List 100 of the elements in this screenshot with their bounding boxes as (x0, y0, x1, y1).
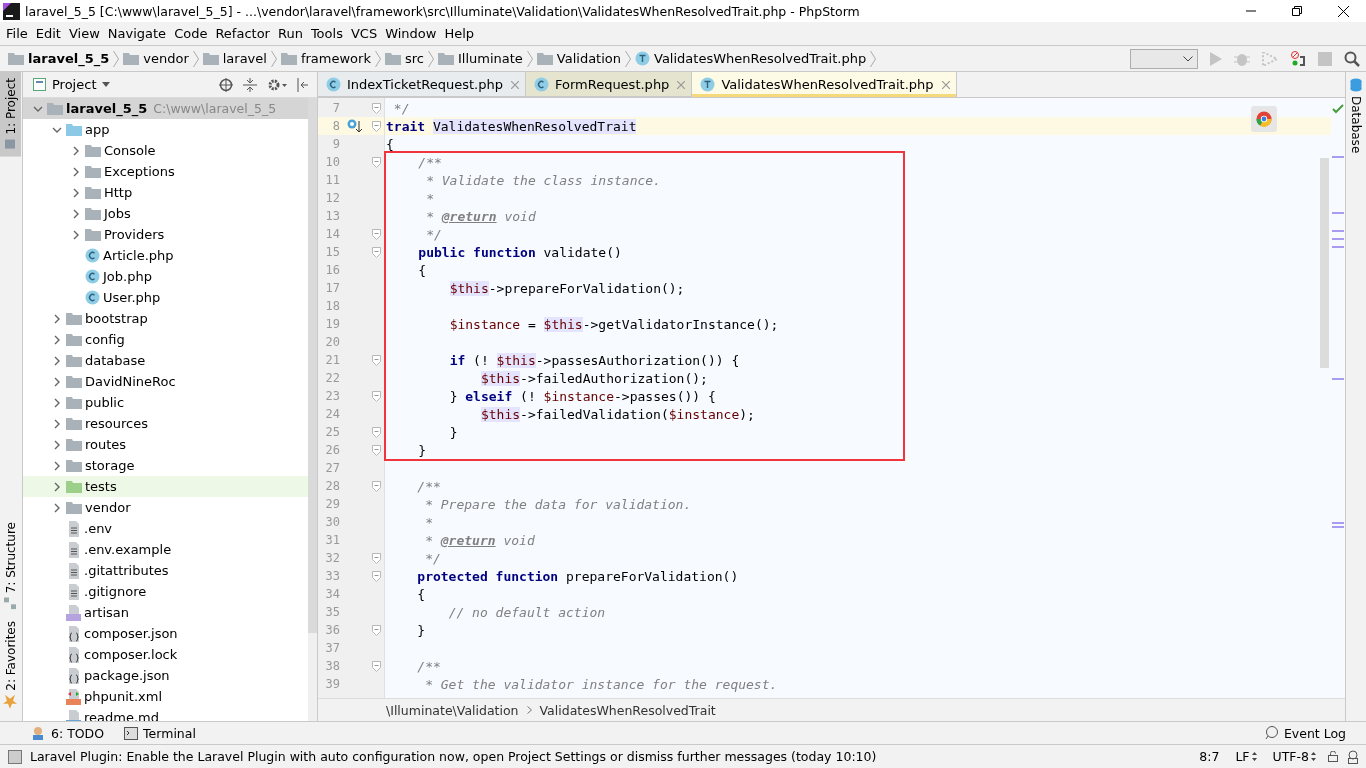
menu-item[interactable]: Refactor (211, 23, 274, 44)
tree-item[interactable]: database (23, 350, 308, 371)
menu-item[interactable]: View (64, 23, 104, 44)
chevron-right-icon[interactable] (52, 481, 62, 492)
tool-window-tab[interactable]: 7: Structure (0, 515, 21, 616)
tree-item[interactable]: composer.lock (23, 644, 308, 665)
fold-marker-icon[interactable] (371, 390, 381, 402)
breadcrumb-item[interactable]: vendor (123, 46, 191, 71)
tree-item[interactable]: tests (23, 476, 308, 497)
caret-position[interactable]: 8:7 (1195, 749, 1224, 764)
tool-window-tab[interactable]: 2: Favorites (0, 615, 21, 715)
breadcrumb-item[interactable]: Validation (536, 46, 623, 71)
editor-tab[interactable]: ValidatesWhenResolvedTrait.php (692, 72, 957, 97)
collapse-all-icon[interactable] (243, 77, 257, 92)
tree-item[interactable]: Article.php (23, 245, 308, 266)
coverage-icon[interactable] (1262, 51, 1278, 66)
fold-marker-icon[interactable] (371, 102, 381, 114)
lock-icon[interactable] (1328, 751, 1338, 762)
close-tab-icon[interactable] (510, 80, 519, 89)
fold-marker-icon[interactable] (371, 156, 381, 168)
project-view-dropdown[interactable]: Project (33, 77, 111, 92)
chevron-right-icon[interactable] (52, 355, 62, 366)
run-configuration-dropdown[interactable] (1130, 48, 1198, 69)
menu-item[interactable]: Window (381, 23, 441, 44)
chevron-right-icon[interactable] (71, 166, 81, 177)
chevron-right-icon[interactable] (52, 397, 62, 408)
fold-marker-icon[interactable] (371, 624, 381, 636)
editor-tab[interactable]: FormRequest.php (525, 72, 693, 97)
line-separator-selector[interactable]: LF (1231, 749, 1261, 764)
tree-item[interactable]: Http (23, 182, 308, 203)
settings-icon[interactable] (267, 77, 287, 92)
scrollbar-thumb[interactable] (1320, 158, 1329, 368)
breadcrumb-item[interactable]: \Illuminate\Validation (386, 702, 519, 718)
tree-item[interactable]: DavidNineRoc (23, 371, 308, 392)
tree-item[interactable]: vendor (23, 497, 308, 518)
breadcrumb-item[interactable]: laravel (202, 46, 269, 71)
tree-item[interactable]: resources (23, 413, 308, 434)
fold-marker-icon[interactable] (371, 354, 381, 366)
menu-item[interactable]: File (2, 23, 32, 44)
chevron-right-icon[interactable] (52, 460, 62, 471)
tree-item[interactable]: Jobs (23, 203, 308, 224)
chevron-right-icon[interactable] (71, 187, 81, 198)
menu-item[interactable]: Help (440, 23, 479, 44)
encoding-selector[interactable]: UTF-8 (1268, 749, 1320, 764)
tool-window-tab[interactable]: 1: Project (0, 72, 21, 157)
tree-item[interactable]: package.json (23, 665, 308, 686)
menu-item[interactable]: Edit (31, 23, 65, 44)
fold-marker-icon[interactable] (371, 660, 381, 672)
breadcrumb-item[interactable]: ValidatesWhenResolvedTrait.php (635, 46, 869, 71)
breadcrumb-item[interactable]: ValidatesWhenResolvedTrait (539, 702, 716, 718)
tree-item[interactable]: .env.example (23, 539, 308, 560)
menu-item[interactable]: Run (273, 23, 307, 44)
bug-icon[interactable] (1234, 51, 1250, 66)
chevron-right-icon[interactable] (52, 502, 62, 513)
fold-marker-icon[interactable] (371, 570, 381, 582)
tree-item[interactable]: .env (23, 518, 308, 539)
tree-item[interactable]: routes (23, 434, 308, 455)
fold-marker-icon[interactable] (371, 426, 381, 438)
tree-item[interactable]: Providers (23, 224, 308, 245)
stop-icon[interactable] (1318, 51, 1332, 66)
chevron-right-icon[interactable] (71, 145, 81, 156)
chevron-right-icon[interactable] (52, 313, 62, 324)
tool-window-button[interactable]: 6: TODO (30, 725, 105, 741)
tree-item[interactable]: Job.php (23, 266, 308, 287)
tree-item[interactable]: artisan (23, 602, 308, 623)
close-tab-icon[interactable] (677, 80, 686, 89)
menu-item[interactable]: VCS (346, 23, 382, 44)
tree-item[interactable]: User.php (23, 287, 308, 308)
editor-tab[interactable]: IndexTicketRequest.php (318, 72, 526, 97)
run-icon[interactable] (1210, 51, 1222, 66)
fold-marker-icon[interactable] (371, 444, 381, 456)
tree-item[interactable]: public (23, 392, 308, 413)
tree-item[interactable]: .gitignore (23, 581, 308, 602)
search-icon[interactable] (1344, 50, 1360, 67)
tree-item[interactable]: config (23, 329, 308, 350)
chevron-right-icon[interactable] (52, 439, 62, 450)
tree-item[interactable]: laravel_5_5 C:\www\laravel_5_5 (23, 98, 308, 119)
tree-item[interactable]: phpunit.xml (23, 686, 308, 707)
close-tab-icon[interactable] (941, 80, 950, 89)
tool-window-button[interactable]: Terminal (124, 725, 196, 741)
scrollbar-thumb[interactable] (308, 98, 317, 633)
tool-window-tab[interactable]: Database (1346, 72, 1365, 160)
fold-marker-icon[interactable] (371, 246, 381, 258)
hide-panel-icon[interactable] (297, 77, 309, 92)
browser-icon[interactable] (1251, 106, 1277, 132)
tree-item[interactable]: storage (23, 455, 308, 476)
tree-item[interactable]: composer.json (23, 623, 308, 644)
breadcrumb-item[interactable]: laravel_5_5 (8, 46, 112, 71)
tree-item[interactable]: Console (23, 140, 308, 161)
chevron-right-icon[interactable] (71, 229, 81, 240)
fold-marker-icon[interactable] (371, 228, 381, 240)
chevron-right-icon[interactable] (71, 208, 81, 219)
tool-window-button[interactable]: Event Log (1264, 725, 1346, 741)
implements-marker-icon[interactable] (347, 119, 363, 133)
panel-toggle-icon[interactable] (8, 749, 22, 764)
fold-marker-icon[interactable] (371, 120, 381, 132)
tree-item[interactable]: app (23, 119, 308, 140)
tree-item[interactable]: Exceptions (23, 161, 308, 182)
breadcrumb-item[interactable]: src (384, 46, 426, 71)
tree-item[interactable]: .gitattributes (23, 560, 308, 581)
